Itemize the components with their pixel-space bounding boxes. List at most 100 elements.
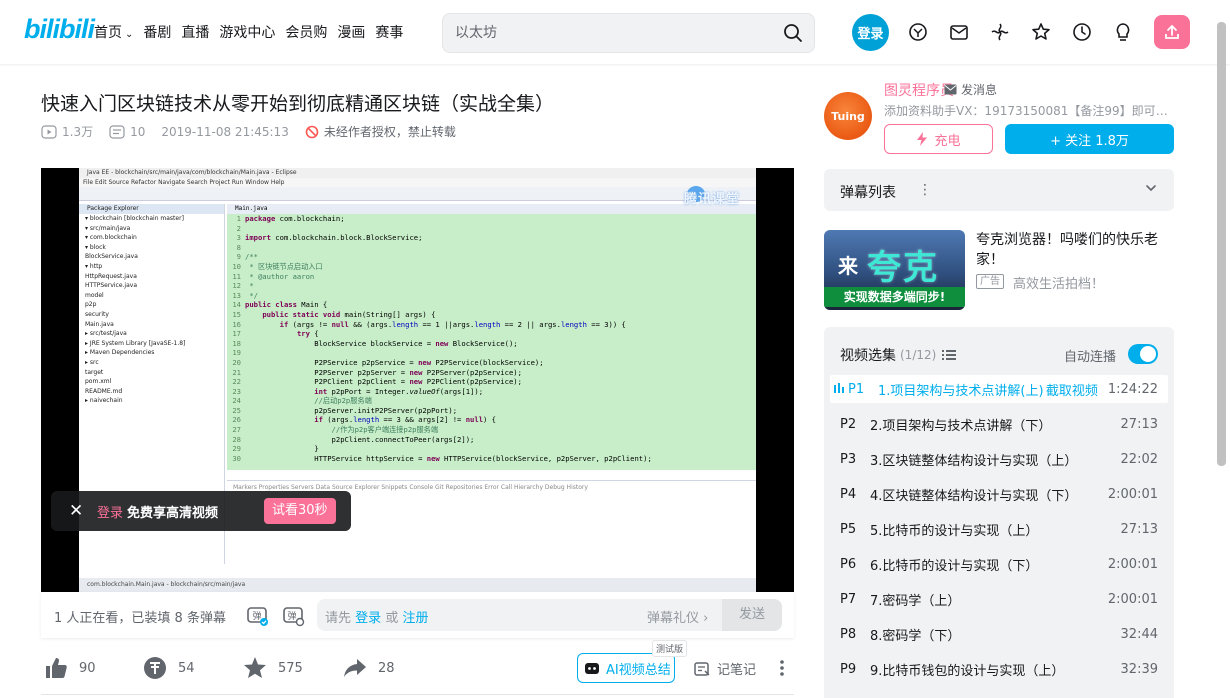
- playlist-item-title: 8.密码学（下）: [870, 628, 961, 644]
- like-button[interactable]: 90: [43, 655, 96, 681]
- forbidden-icon: [305, 125, 319, 138]
- package-tree-row: BlockService.java: [85, 253, 138, 261]
- login-tip-login-link[interactable]: 登录: [97, 502, 123, 521]
- tencent-classroom-watermark: 腾讯课堂: [684, 192, 741, 207]
- playlist-item[interactable]: P4 4.区块链整体结构设计与实现（下） 2:00:01: [830, 480, 1168, 508]
- package-tree-row: security: [85, 310, 109, 318]
- danmaku-list-label: 弹幕列表: [840, 185, 896, 201]
- nav-item-manga[interactable]: 漫画: [337, 22, 365, 42]
- danmaku-toggle-icon[interactable]: 弹: [245, 603, 269, 627]
- upload-button[interactable]: [1154, 15, 1190, 49]
- nav-item-home[interactable]: 首页 ⌄: [94, 22, 133, 42]
- playlist-item[interactable]: P6 6.比特币的设计与实现（下） 2:00:01: [830, 550, 1168, 578]
- ad-image-text-small: 来: [838, 254, 858, 278]
- trial-30s-button[interactable]: 试看30秒: [264, 498, 336, 524]
- svg-text:弹: 弹: [287, 610, 296, 622]
- search-icon[interactable]: [782, 22, 804, 44]
- chevron-down-icon[interactable]: [1144, 181, 1158, 195]
- danmaku-login-link[interactable]: 登录: [355, 611, 381, 626]
- vip-icon[interactable]: [907, 21, 929, 43]
- playlist-item[interactable]: P9 9.比特币钱包的设计与实现（上） 32:39: [830, 655, 1168, 683]
- favorites-icon[interactable]: [1030, 21, 1052, 43]
- playlist-item-title: 9.比特币钱包的设计与实现（上）: [870, 663, 1065, 679]
- dynamic-icon[interactable]: [989, 21, 1011, 43]
- charge-button[interactable]: 充电: [884, 124, 993, 154]
- danmaku-settings-icon[interactable]: 弹: [281, 603, 305, 627]
- take-notes-button[interactable]: 记笔记: [693, 659, 756, 678]
- package-tree-row: ▾ blockchain [blockchain master]: [85, 215, 184, 222]
- danmaku-etiquette-link[interactable]: 弹幕礼仪 ›: [647, 607, 708, 626]
- share-button[interactable]: 28: [342, 655, 395, 681]
- autoplay-toggle[interactable]: [1128, 344, 1158, 364]
- more-options-icon[interactable]: [779, 658, 785, 678]
- ad-title[interactable]: 夸克浏览器！吗喽们的快乐老家！: [976, 230, 1172, 270]
- playlist-item-duration: 32:44: [1120, 626, 1158, 642]
- video-playlist: 视频选集 (1/12) 自动连播 P1 1.项目架构与技术点讲解(上) 截取视频 1:…: [824, 327, 1174, 698]
- nav-item-game-center[interactable]: 游戏中心: [219, 22, 275, 42]
- package-tree-row: ▸ src/test/java: [85, 330, 127, 338]
- playlist-item-duration: 2:00:01: [1107, 556, 1158, 572]
- eclipse-menu-bar: File Edit Source Refactor Navigate Searc…: [79, 178, 756, 187]
- creative-center-icon[interactable]: [1112, 21, 1134, 43]
- now-playing-icon: [834, 382, 844, 397]
- login-avatar-button[interactable]: 登录: [852, 14, 889, 51]
- ad-image[interactable]: 来 夸克 实现数据多端同步!: [824, 230, 965, 310]
- video-meta: 1.3万 10 2019-11-08 21:45:13 未经作者授权，禁止转载: [41, 123, 472, 140]
- package-tree-row: Main.java: [85, 320, 114, 328]
- ai-summary-button[interactable]: AI视频总结: [577, 653, 675, 683]
- page-scrollbar[interactable]: [1217, 22, 1226, 466]
- watching-count: 1 人正在看，已装填 8 条弹幕: [54, 611, 226, 626]
- danmaku-list-more-icon[interactable]: ⋮: [918, 182, 932, 198]
- package-tree-row: ▸ src: [85, 358, 99, 366]
- danmaku-list-panel[interactable]: 弹幕列表 ⋮: [824, 169, 1174, 211]
- copyright-notice: 未经作者授权，禁止转载: [305, 123, 456, 140]
- playlist-item-duration: 22:02: [1120, 451, 1158, 467]
- uploader-avatar[interactable]: Tuing: [824, 92, 872, 140]
- bilibili-logo[interactable]: bilibili: [24, 14, 95, 45]
- send-message-link[interactable]: 发消息: [944, 81, 997, 98]
- ai-robot-icon: [585, 663, 599, 674]
- playlist-item[interactable]: P7 7.密码学（上） 2:00:01: [830, 585, 1168, 613]
- playlist-item[interactable]: P5 5.比特币的设计与实现（上） 27:13: [830, 515, 1168, 543]
- capture-video-link[interactable]: 截取视频: [1046, 380, 1098, 399]
- share-arrow-icon: [344, 659, 366, 677]
- message-icon[interactable]: [948, 21, 970, 43]
- favorite-button[interactable]: 575: [242, 655, 303, 681]
- list-view-icon[interactable]: [942, 349, 957, 361]
- playlist-item-title: 5.比特币的设计与实现（上）: [870, 523, 1039, 539]
- eclipse-toolbar: [79, 187, 756, 201]
- ad-image-band: 实现数据多端同步!: [824, 287, 965, 307]
- chevron-down-icon: ⌄: [125, 29, 134, 40]
- playlist-item-duration: 2:00:01: [1107, 591, 1158, 607]
- search-input[interactable]: [455, 23, 755, 43]
- ad-tag: 广告: [976, 274, 1004, 289]
- package-tree-row: p2p: [85, 301, 97, 309]
- send-danmaku-button[interactable]: 发送: [722, 599, 782, 631]
- package-tree-row: pom.xml: [85, 378, 112, 386]
- follow-button[interactable]: + 关注 1.8万: [1005, 124, 1174, 154]
- nav-item-live[interactable]: 直播: [181, 22, 209, 42]
- nav-item-anime[interactable]: 番剧: [143, 22, 171, 42]
- upload-icon: [1165, 24, 1179, 39]
- thumbs-up-icon: [46, 658, 67, 678]
- history-icon[interactable]: [1071, 21, 1093, 43]
- playlist-item-part: P8: [840, 626, 857, 642]
- playlist-item[interactable]: P2 2.项目架构与技术点讲解（下） 27:13: [830, 410, 1168, 438]
- nav-item-mall[interactable]: 会员购: [285, 22, 327, 42]
- package-tree-row: model: [85, 291, 104, 299]
- top-header: bilibili 首页⌄ 番剧 直播 游戏中心 会员购 漫画 赛事 登录: [0, 0, 1230, 64]
- svg-text:弹: 弹: [252, 610, 261, 622]
- playlist-item-duration: 27:13: [1120, 521, 1158, 537]
- danmaku-input[interactable]: 请先 登录 或 注册 弹幕礼仪 › 发送: [317, 599, 782, 631]
- playlist-item-part: P9: [840, 661, 857, 677]
- beta-tag: 测试版: [652, 640, 688, 657]
- playlist-item[interactable]: P1 1.项目架构与技术点讲解(上) 截取视频 1:24:22: [830, 375, 1168, 403]
- coin-button[interactable]: 54: [142, 655, 195, 681]
- danmaku-register-link[interactable]: 注册: [402, 611, 428, 626]
- nav-item-esports[interactable]: 赛事: [375, 22, 403, 42]
- playlist-item-part: P4: [840, 486, 857, 502]
- playlist-item[interactable]: P8 8.密码学（下） 32:44: [830, 620, 1168, 648]
- envelope-icon: [944, 84, 957, 95]
- close-icon[interactable]: ✕: [69, 501, 87, 521]
- playlist-item[interactable]: P3 3.区块链整体结构设计与实现（上） 22:02: [830, 445, 1168, 473]
